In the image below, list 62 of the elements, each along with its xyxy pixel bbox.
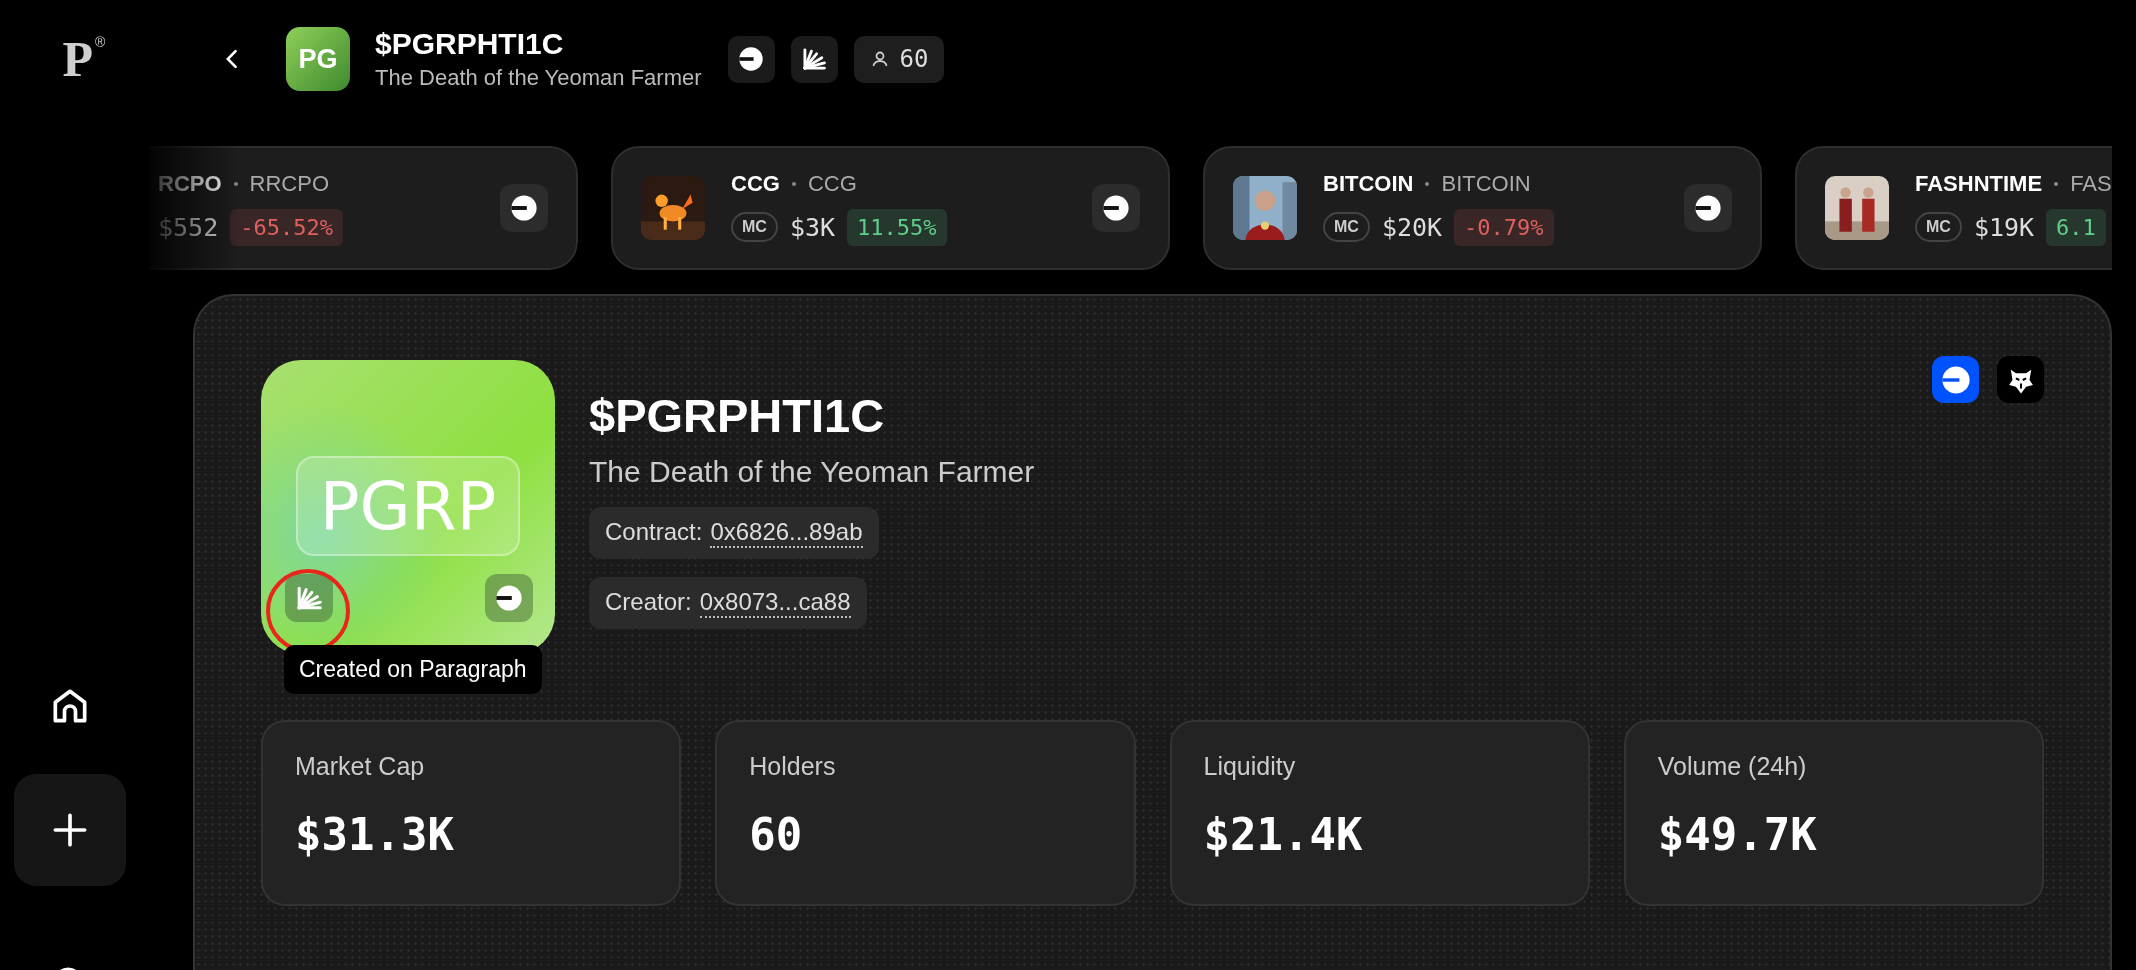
token-name: BITCOIN [1323, 170, 1414, 197]
token-card[interactable]: CCG CCG MC $3K 11.55% [611, 146, 1170, 270]
paragraph-link-button[interactable] [790, 35, 838, 83]
token-title: $PGRPHTI1C [589, 388, 885, 443]
circle-icon [510, 194, 538, 222]
stat-value: 60 [749, 809, 804, 860]
holders-count: 60 [899, 45, 929, 73]
stat-label: Volume (24h) [1657, 752, 1808, 781]
fan-icon [295, 584, 323, 612]
stat-value: $31.3K [295, 809, 455, 860]
stat-value: $21.4K [1203, 809, 1364, 860]
base-link-button[interactable] [727, 35, 775, 83]
market-cap-badge: MC [731, 212, 778, 242]
token-subtitle: The Death of the Yeoman Farmer [589, 455, 1035, 489]
tooltip: Created on Paragraph [284, 645, 542, 694]
market-cap-value: $3K [789, 212, 836, 242]
market-cap-value: $20K [1381, 212, 1443, 242]
separator-dot [233, 181, 238, 186]
creator-label: Creator: [605, 588, 692, 617]
price-change: 11.55% [847, 208, 947, 246]
circle-icon [495, 584, 523, 612]
price-change: -0.79% [1454, 208, 1554, 246]
token-name: CCG [731, 170, 780, 197]
market-cap-badge: MC [1323, 212, 1370, 242]
token-card[interactable]: BITCOIN BITCOIN MC $20K -0.79% [1203, 146, 1762, 270]
base-link-button[interactable] [1932, 356, 1979, 403]
creator-address-link[interactable]: 0x8073...ca88 [699, 588, 851, 618]
fan-icon [801, 46, 828, 72]
circle-icon [738, 46, 765, 72]
logo[interactable]: P [62, 34, 94, 84]
stat-label: Holders [749, 752, 837, 781]
token-name: RCPO [158, 170, 222, 197]
contract-address-link[interactable]: 0x6826...89ab [710, 518, 863, 548]
circle-icon [1102, 194, 1130, 222]
market-cap-value: $552 [158, 212, 219, 242]
token-subtitle: The Death of the Yeoman Farmer [375, 65, 702, 91]
circle-icon [1694, 194, 1722, 222]
token-ticker: RRCPO [249, 170, 329, 197]
market-cap-badge: MC [1915, 212, 1962, 242]
token-card[interactable]: FASHNTIME FAS MC $19K 6.1 [1795, 146, 2112, 270]
base-badge[interactable] [485, 574, 533, 622]
contract-label: Contract: [605, 518, 703, 547]
stat-value: $49.7K [1657, 809, 1818, 860]
token-avatar: PG [286, 27, 350, 91]
paragraph-badge[interactable] [285, 574, 333, 622]
registered-mark: ® [95, 34, 106, 50]
market-cap-value: $19K [1973, 212, 2035, 242]
price-change: 6.1 [2046, 208, 2106, 246]
token-ticker: CCG [807, 170, 857, 197]
separator-dot [2054, 181, 2059, 186]
token-image-label: PGRP [296, 456, 520, 556]
separator-dot [791, 181, 796, 186]
eagle-link-button[interactable] [1997, 356, 2044, 403]
token-name: FASHNTIME [1915, 170, 2043, 197]
token-card[interactable]: RCPO RRCPO $552 -65.52% [150, 146, 578, 270]
token-title: $PGRPHTI1C [375, 27, 565, 61]
price-change: -65.52% [230, 208, 343, 246]
stat-label: Market Cap [295, 752, 426, 781]
stat-label: Liquidity [1203, 752, 1297, 781]
separator-dot [1425, 181, 1430, 186]
token-ticker: FAS [2070, 170, 2112, 197]
token-ticker: BITCOIN [1441, 170, 1531, 197]
